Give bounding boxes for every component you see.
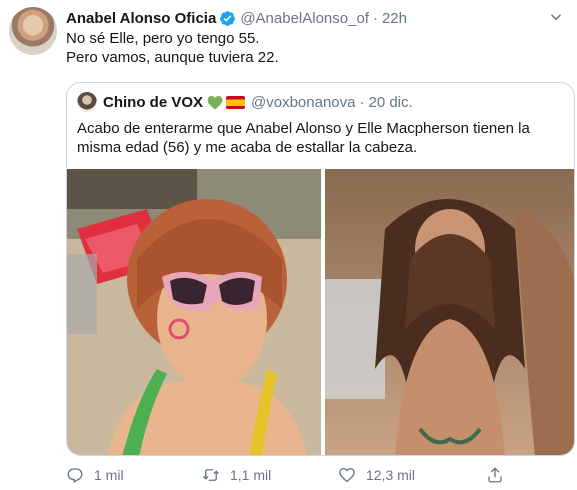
quoted-timestamp: 20 dic. xyxy=(368,93,413,111)
author-name[interactable]: Anabel Alonso Oficia xyxy=(66,10,216,27)
quoted-tweet-text: Acabo de enterarme que Anabel Alonso y E… xyxy=(77,120,530,156)
verified-badge-icon xyxy=(220,10,236,26)
reply-button[interactable]: 1 mil xyxy=(66,466,124,484)
author-avatar[interactable] xyxy=(9,7,57,55)
photo-woman-sunglasses xyxy=(67,169,321,455)
photo-woman-beach xyxy=(325,169,574,455)
separator-dot: · xyxy=(372,9,378,27)
like-count: 12,3 mil xyxy=(366,467,416,483)
quoted-author-handle: @voxbonanova xyxy=(251,93,356,111)
quoted-photo-left[interactable] xyxy=(67,169,321,455)
tweet-text-line-1: No sé Elle, pero yo tengo 55. xyxy=(66,30,260,47)
green-heart-emoji xyxy=(207,95,223,109)
reply-icon xyxy=(67,468,83,483)
share-button[interactable] xyxy=(486,466,514,484)
like-button[interactable]: 12,3 mil xyxy=(338,466,415,484)
quoted-photo-right[interactable] xyxy=(325,169,574,455)
separator-dot: · xyxy=(359,93,365,111)
reply-count: 1 mil xyxy=(94,467,124,483)
retweet-button[interactable]: 1,1 mil xyxy=(202,466,271,484)
tweet-header: Anabel Alonso Oficia @AnabelAlonso_of · … xyxy=(66,8,407,28)
share-icon xyxy=(488,467,502,483)
spain-flag-emoji xyxy=(226,95,246,109)
retweet-count: 1,1 mil xyxy=(230,467,272,483)
tweet[interactable]: Anabel Alonso Oficia @AnabelAlonso_of · … xyxy=(0,0,577,490)
tweet-actions: 1 mil 1,1 mil 12,3 mil xyxy=(66,466,516,486)
quoted-author-name: Chino de VOX xyxy=(103,93,204,111)
retweet-icon xyxy=(203,469,219,481)
quoted-author-avatar xyxy=(77,92,97,112)
tweet-timestamp[interactable]: 22h xyxy=(382,10,407,27)
tweet-text: No sé Elle, pero yo tengo 55. Pero vamos… xyxy=(66,29,279,67)
tweet-text-line-2: Pero vamos, aunque tuviera 22. xyxy=(66,49,279,66)
quoted-tweet-header: Chino de VOX @voxbonanova · 20 dic. xyxy=(77,92,413,112)
quoted-tweet[interactable]: Chino de VOX @voxbonanova · 20 dic. Acab… xyxy=(66,82,575,456)
heart-icon xyxy=(339,467,355,483)
author-handle[interactable]: @AnabelAlonso_of xyxy=(240,10,369,27)
chevron-down-icon[interactable] xyxy=(547,8,565,26)
